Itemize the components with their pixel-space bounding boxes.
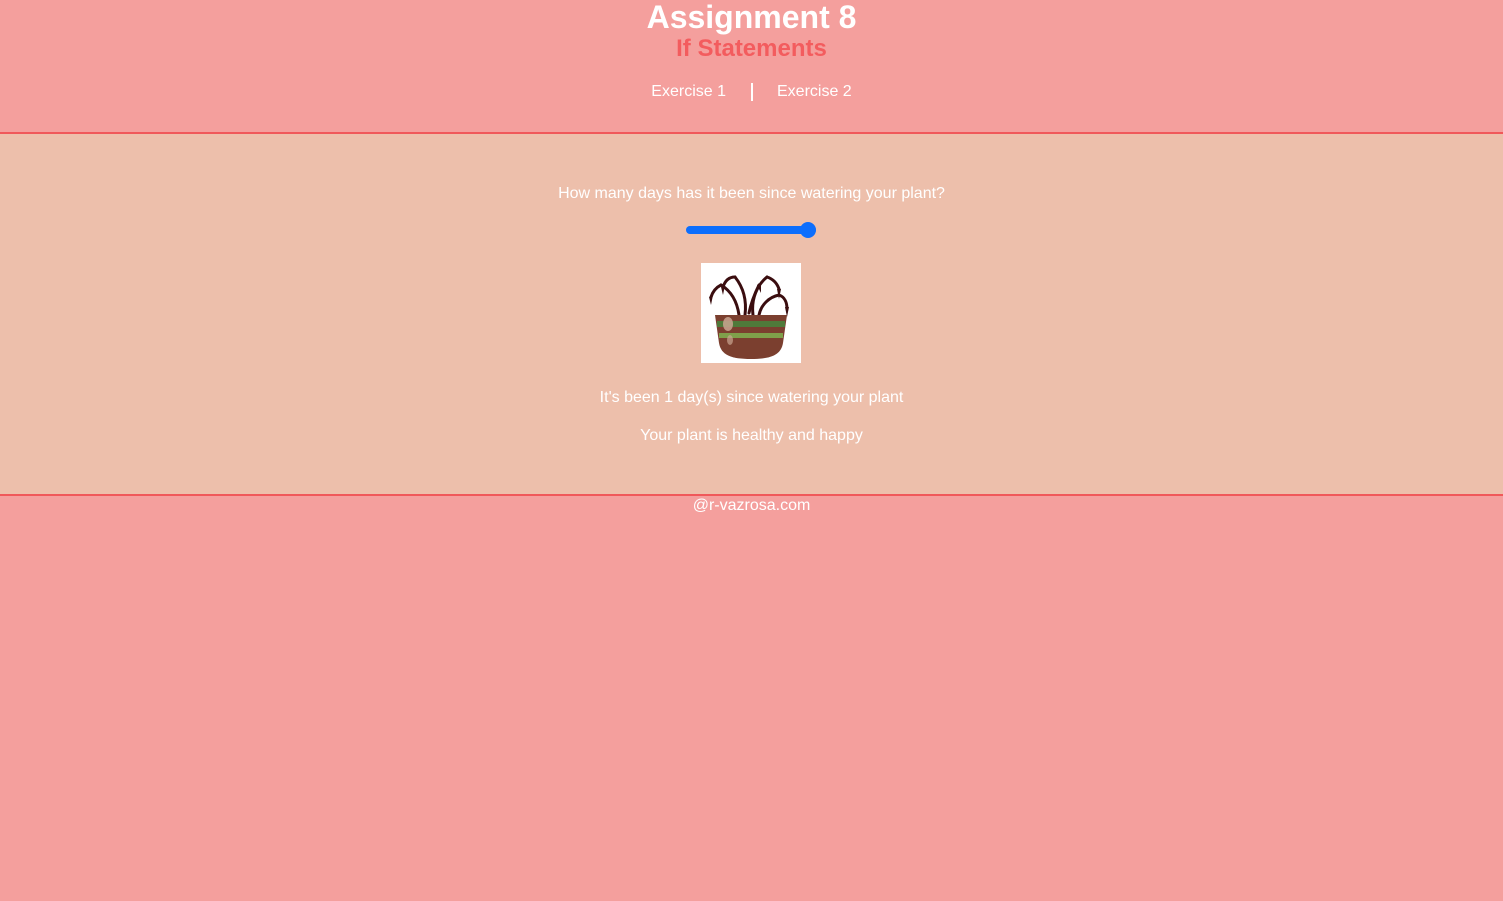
wilted-plant-icon (709, 275, 789, 359)
page-title: Assignment 8 (646, 0, 857, 35)
plant-image (701, 263, 801, 363)
health-status-text: Your plant is healthy and happy (640, 427, 863, 444)
nav-link-exercise-1[interactable]: Exercise 1 (651, 82, 726, 102)
days-status-text: It's been 1 day(s) since watering your p… (599, 389, 904, 406)
exercise-nav: Exercise 1 Exercise 2 (0, 82, 1503, 102)
plant-exercise-section: How many days has it been since watering… (0, 134, 1503, 496)
page-footer: @r-vazrosa.com (0, 496, 1503, 516)
days-question-label: How many days has it been since watering… (558, 185, 945, 202)
slider-track[interactable] (686, 226, 816, 234)
days-slider[interactable] (686, 222, 816, 238)
page-subtitle: If Statements (676, 35, 827, 62)
page-header: Assignment 8 If Statements Exercise 1 Ex… (0, 0, 1503, 134)
nav-link-exercise-2[interactable]: Exercise 2 (777, 82, 852, 102)
footer-credit: @r-vazrosa.com (692, 497, 811, 514)
slider-thumb[interactable] (800, 222, 816, 238)
nav-divider (751, 83, 753, 101)
